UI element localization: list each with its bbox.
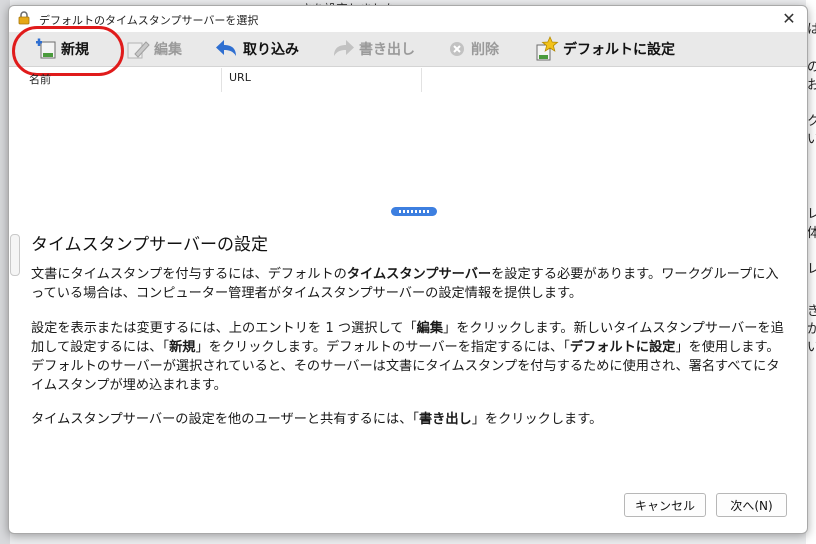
emphasized-term: 編集 [416,321,444,336]
paragraph-text: タイムスタンプサーバーの設定を他のユーザーと共有するには、「 [31,412,419,427]
background-fragment: か [807,322,816,337]
emphasized-term: タイムスタンプサーバー [346,267,492,282]
new-button[interactable]: 新規 [33,35,89,63]
column-header-url[interactable]: URL [229,71,251,84]
import-button-label: 取り込み [243,42,299,58]
edit-button-label: 編集 [154,42,182,58]
background-fragment: き [807,304,816,319]
background-fragment: い [807,340,816,355]
background-fragment: の [807,60,816,75]
toolbar: 新規 編集 取り込み 書き出し 削除 デフォルトに設定 [9,32,807,67]
background-fragment: お [807,78,816,93]
server-list-header: 名前 URL [9,68,807,92]
set-default-button-label: デフォルトに設定 [563,42,675,58]
background-fragment: 体 [807,226,816,241]
paragraph-text: 」をクリックします。 [471,412,603,427]
edit-icon [127,41,150,59]
column-header-name[interactable]: 名前 [29,71,51,87]
emphasized-term: 新規 [169,340,196,355]
star-default-icon [536,36,559,61]
side-resize-grip[interactable] [10,234,20,276]
background-fragment: レ [807,207,816,222]
cancel-button[interactable]: キャンセル [624,493,706,517]
pane-splitter-handle[interactable] [391,207,437,216]
emphasized-term: デフォルトに設定 [569,340,676,355]
dialog-title: デフォルトのタイムスタンプサーバーを選択 [39,14,259,27]
emphasized-term: 書き出し [418,412,472,427]
dialog-titlebar: デフォルトのタイムスタンプサーバーを選択 ✕ [9,6,807,32]
import-arrow-icon [216,40,236,56]
info-heading: タイムスタンプサーバーの設定 [31,235,268,255]
column-divider[interactable] [221,68,222,92]
paragraph-text: 文書にタイムスタンプを付与するには、デフォルトの [31,267,347,282]
delete-icon [450,42,464,56]
export-button[interactable]: 書き出し [331,35,415,63]
paragraph-text: 」をクリックします。デフォルトのサーバーを指定するには、「 [195,340,570,355]
background-fragment: ク [807,114,816,129]
info-paragraph-3: タイムスタンプサーバーの設定を他のユーザーと共有するには、「書き出し」をクリック… [31,410,791,429]
new-button-label: 新規 [61,42,89,58]
new-document-icon [36,38,56,59]
import-button[interactable]: 取り込み [215,35,299,63]
background-fragment: は [807,22,816,37]
lock-icon [18,11,30,25]
background-fragment: い [807,132,816,147]
delete-button-label: 削除 [471,42,499,58]
info-paragraph-1: 文書にタイムスタンプを付与するには、デフォルトのタイムスタンプサーバーを設定する… [31,265,791,303]
export-arrow-icon [334,40,354,56]
close-button[interactable]: ✕ [779,9,799,29]
paragraph-text: 設定を表示または変更するには、上のエントリを 1 つ選択して「 [31,321,417,336]
export-button-label: 書き出し [359,42,415,58]
delete-button[interactable]: 削除 [447,35,499,63]
edit-button[interactable]: 編集 [126,35,182,63]
next-button[interactable]: 次へ(N) [716,493,787,517]
select-timestamp-server-dialog: デフォルトのタイムスタンプサーバーを選択 ✕ 新規 編集 取り込み 書き出し 削… [8,5,808,534]
background-fragment: レ [807,262,816,277]
info-paragraph-2: 設定を表示または変更するには、上のエントリを 1 つ選択して「編集」をクリックし… [31,319,791,395]
set-default-button[interactable]: デフォルトに設定 [533,35,675,63]
column-divider[interactable] [421,68,422,92]
